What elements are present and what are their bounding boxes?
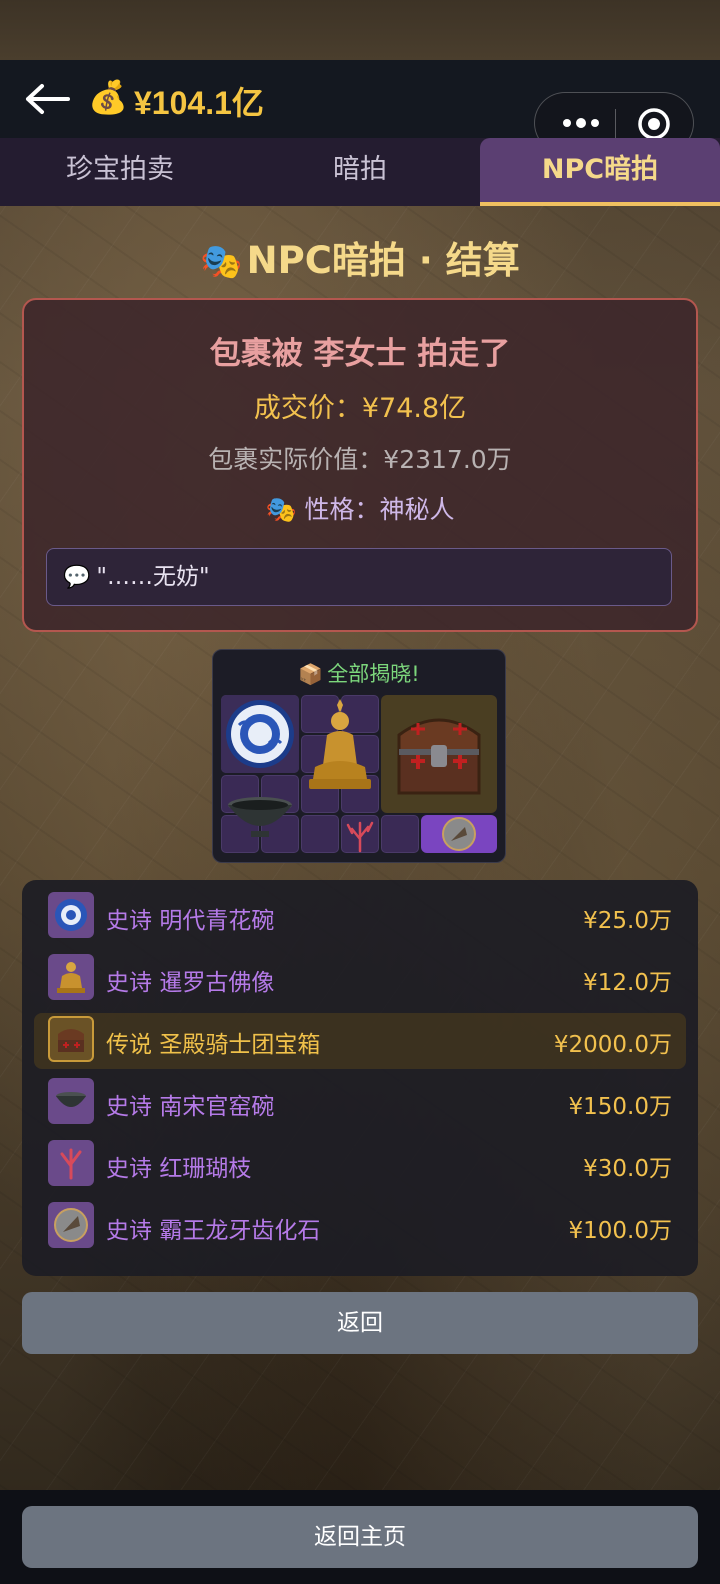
celadon-bowl-icon[interactable] xyxy=(221,775,299,853)
capsule-divider xyxy=(615,109,616,139)
package-icon: 📦 xyxy=(298,662,324,686)
celadon-bowl-icon xyxy=(48,1078,94,1124)
list-item[interactable]: 史诗 暹罗古佛像 ¥12.0万 xyxy=(34,951,686,1007)
home-button[interactable]: 返回主页 xyxy=(22,1506,698,1568)
back-button[interactable]: 返回 xyxy=(22,1292,698,1354)
reveal-grid-panel: 📦 全部揭晓! xyxy=(212,649,506,863)
blue-white-bowl-icon xyxy=(48,892,94,938)
npc-trait: 🎭 性格：神秘人 xyxy=(24,490,696,526)
grid-cell xyxy=(381,815,419,853)
item-price: ¥25.0万 xyxy=(583,908,672,934)
balance-value: ¥104.1亿 xyxy=(134,85,264,121)
buddha-statue-icon xyxy=(48,954,94,1000)
npc-quote: 💬 "……无妨" xyxy=(46,548,672,606)
page-title-text: NPC暗拍 · 结算 xyxy=(246,239,520,282)
item-name: 史诗 红珊瑚枝 xyxy=(106,1156,252,1182)
speech-bubble-icon: 💬 xyxy=(63,565,91,590)
top-strip xyxy=(0,0,720,60)
quote-text: "……无妨" xyxy=(96,564,210,590)
treasure-chest-icon xyxy=(48,1016,94,1062)
treasure-chest-icon[interactable] xyxy=(381,695,497,813)
reveal-label: 全部揭晓! xyxy=(327,662,420,686)
list-item[interactable]: 史诗 霸王龙牙齿化石 ¥100.0万 xyxy=(34,1199,686,1255)
item-name: 史诗 暹罗古佛像 xyxy=(106,970,275,996)
money-bag-icon: 💰 xyxy=(88,78,128,116)
item-price: ¥12.0万 xyxy=(583,970,672,996)
item-name: 史诗 明代青花碗 xyxy=(106,908,275,934)
item-name: 传说 圣殿骑士团宝箱 xyxy=(106,1032,321,1058)
back-arrow-icon[interactable] xyxy=(24,82,72,116)
tab-bar: 珍宝拍卖 暗拍 NPC暗拍 xyxy=(0,138,720,206)
list-item[interactable]: 史诗 红珊瑚枝 ¥30.0万 xyxy=(34,1137,686,1193)
page-title: 🎭 NPC暗拍 · 结算 xyxy=(0,230,720,284)
tab-treasure-auction[interactable]: 珍宝拍卖 xyxy=(0,138,240,206)
actual-value: 包裹实际价值：¥2317.0万 xyxy=(208,445,512,474)
deal-price: 成交价：¥74.8亿 xyxy=(253,393,467,424)
item-name: 史诗 霸王龙牙齿化石 xyxy=(106,1218,321,1244)
item-name: 史诗 南宋官窑碗 xyxy=(106,1094,275,1120)
grid-cell xyxy=(301,815,339,853)
red-coral-icon[interactable] xyxy=(341,815,379,853)
item-list: 史诗 明代青花碗 ¥25.0万 史诗 暹罗古佛像 ¥12.0万 传说 圣殿骑士团… xyxy=(22,880,698,1276)
buddha-statue-icon[interactable] xyxy=(301,695,379,813)
tab-blind-auction[interactable]: 暗拍 xyxy=(240,138,480,206)
theater-mask-icon: 🎭 xyxy=(265,495,297,524)
list-item[interactable]: 史诗 明代青花碗 ¥25.0万 xyxy=(34,889,686,945)
list-item[interactable]: 史诗 南宋官窑碗 ¥150.0万 xyxy=(34,1075,686,1131)
reveal-header: 📦 全部揭晓! xyxy=(213,658,505,688)
trait-text: 性格：神秘人 xyxy=(304,495,455,524)
blue-white-bowl-icon[interactable] xyxy=(221,695,299,773)
item-grid xyxy=(221,695,497,855)
settlement-card: 包裹被 李女士 拍走了 成交价：¥74.8亿 包裹实际价值：¥2317.0万 🎭… xyxy=(22,298,698,632)
tab-npc-blind-auction[interactable]: NPC暗拍 xyxy=(480,138,720,206)
target-circle-icon[interactable] xyxy=(637,107,671,141)
item-price: ¥100.0万 xyxy=(568,1218,672,1244)
more-dots-icon[interactable] xyxy=(557,107,605,139)
fossil-tooth-icon xyxy=(48,1202,94,1248)
red-coral-icon xyxy=(48,1140,94,1186)
item-price: ¥2000.0万 xyxy=(553,1032,672,1058)
item-price: ¥30.0万 xyxy=(583,1156,672,1182)
theater-mask-icon: 🎭 xyxy=(200,242,243,282)
fossil-tooth-icon[interactable] xyxy=(421,815,497,853)
item-price: ¥150.0万 xyxy=(568,1094,672,1120)
list-item[interactable]: 传说 圣殿骑士团宝箱 ¥2000.0万 xyxy=(34,1013,686,1069)
winner-text: 包裹被 李女士 拍走了 xyxy=(209,336,511,372)
